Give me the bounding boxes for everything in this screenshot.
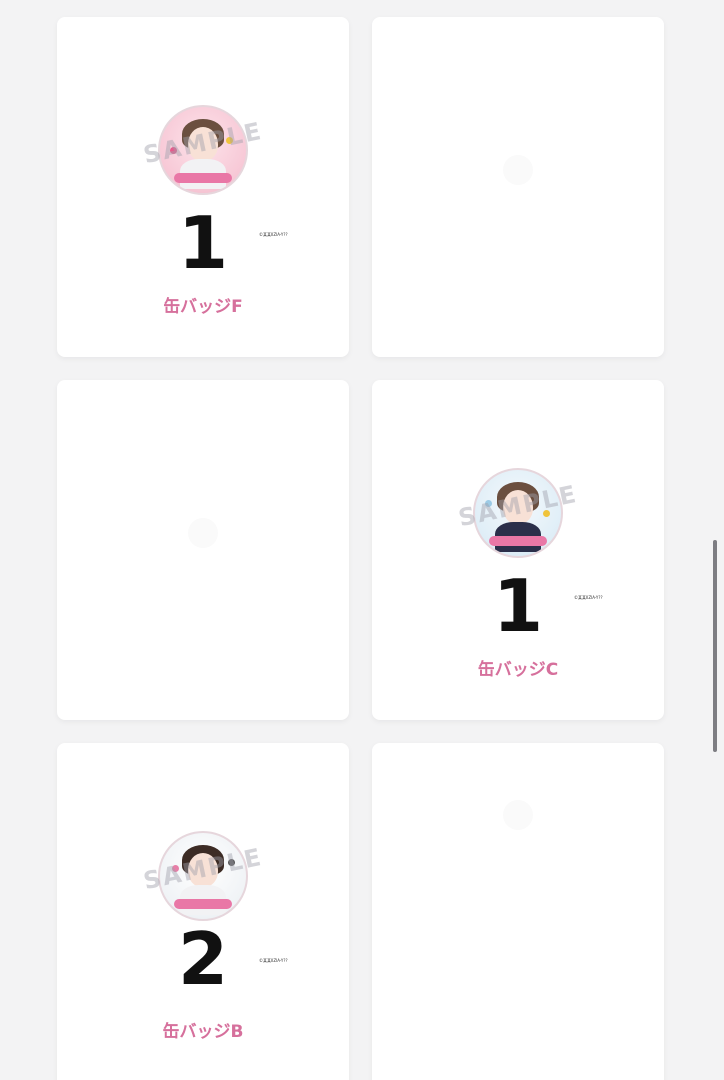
badge-image (158, 105, 248, 195)
item-card-empty[interactable] (57, 380, 349, 720)
copyright-note: ©某某IIZIA-Y?? (259, 958, 288, 963)
badge-image (158, 831, 248, 921)
bow-icon (228, 859, 235, 866)
ribbon-shape (174, 173, 232, 183)
face-shape (188, 127, 218, 161)
heart-icon (170, 147, 177, 154)
quantity-count: 1 (177, 201, 229, 285)
item-card-empty[interactable] (372, 17, 664, 357)
quantity-count: 1 (492, 564, 544, 648)
ribbon-shape (489, 536, 547, 546)
item-name: 缶バッジF (163, 297, 243, 317)
star-icon (226, 137, 233, 144)
bubble-icon (485, 500, 492, 507)
item-card-badge-f[interactable]: SAMPLE 1 ©某某IIZIA-Y?? 缶バッジF (57, 17, 349, 357)
item-name: 缶バッジC (477, 660, 559, 680)
vertical-scrollbar[interactable] (713, 540, 717, 752)
item-card-empty[interactable] (372, 743, 664, 1080)
badge-photo-icon (158, 831, 248, 921)
placeholder-shape (503, 155, 533, 185)
badge-photo-icon (473, 468, 563, 558)
ribbon-shape (174, 899, 232, 909)
copyright-note: ©某某IIZIA-Y?? (259, 232, 288, 237)
badge-photo-icon (158, 105, 248, 195)
placeholder-shape (503, 800, 533, 830)
placeholder-shape (188, 518, 218, 548)
badge-inventory-page: SAMPLE 1 ©某某IIZIA-Y?? 缶バッジF SAMPLE 1 ©某某… (0, 0, 724, 1080)
face-shape (503, 490, 533, 524)
item-name: 缶バッジB (162, 1022, 244, 1042)
star-icon (543, 510, 550, 517)
item-card-badge-c[interactable]: SAMPLE 1 ©某某IIZIA-Y?? 缶バッジC (372, 380, 664, 720)
copyright-note: ©某某IIZIA-Y?? (574, 595, 603, 600)
face-shape (188, 853, 218, 887)
badge-image (473, 468, 563, 558)
heart-icon (172, 865, 179, 872)
item-card-badge-b[interactable]: SAMPLE 2 ©某某IIZIA-Y?? 缶バッジB (57, 743, 349, 1080)
quantity-count: 2 (177, 917, 229, 1001)
